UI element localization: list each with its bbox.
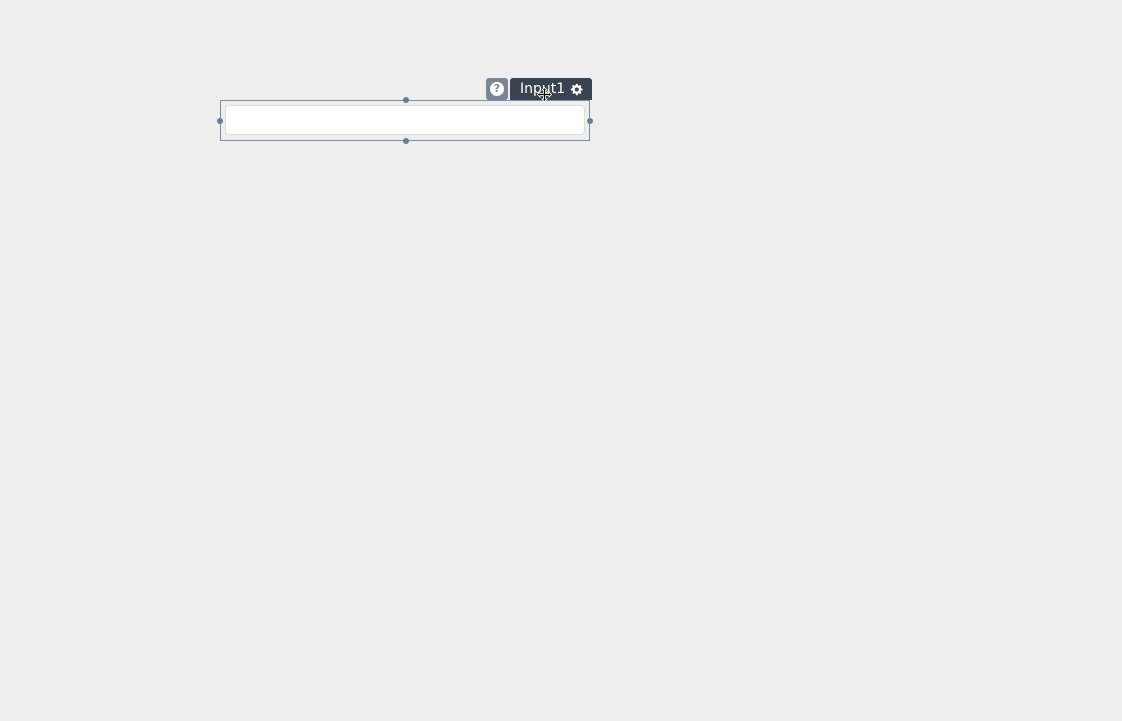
text-input-widget[interactable]: [225, 105, 585, 135]
widget-selection-frame[interactable]: [217, 97, 593, 144]
widget-name-tag[interactable]: Input1: [510, 78, 593, 100]
question-circle-icon: ?: [490, 82, 504, 96]
widget-name-label: Input1: [520, 81, 566, 97]
gear-icon[interactable]: [570, 83, 583, 96]
help-button[interactable]: ?: [486, 78, 508, 100]
editor-canvas[interactable]: ? Input1: [0, 0, 1122, 721]
resize-handle-right[interactable]: [587, 118, 593, 124]
resize-handle-left[interactable]: [217, 118, 223, 124]
resize-handle-top[interactable]: [403, 97, 409, 103]
resize-handle-bottom[interactable]: [403, 138, 409, 144]
